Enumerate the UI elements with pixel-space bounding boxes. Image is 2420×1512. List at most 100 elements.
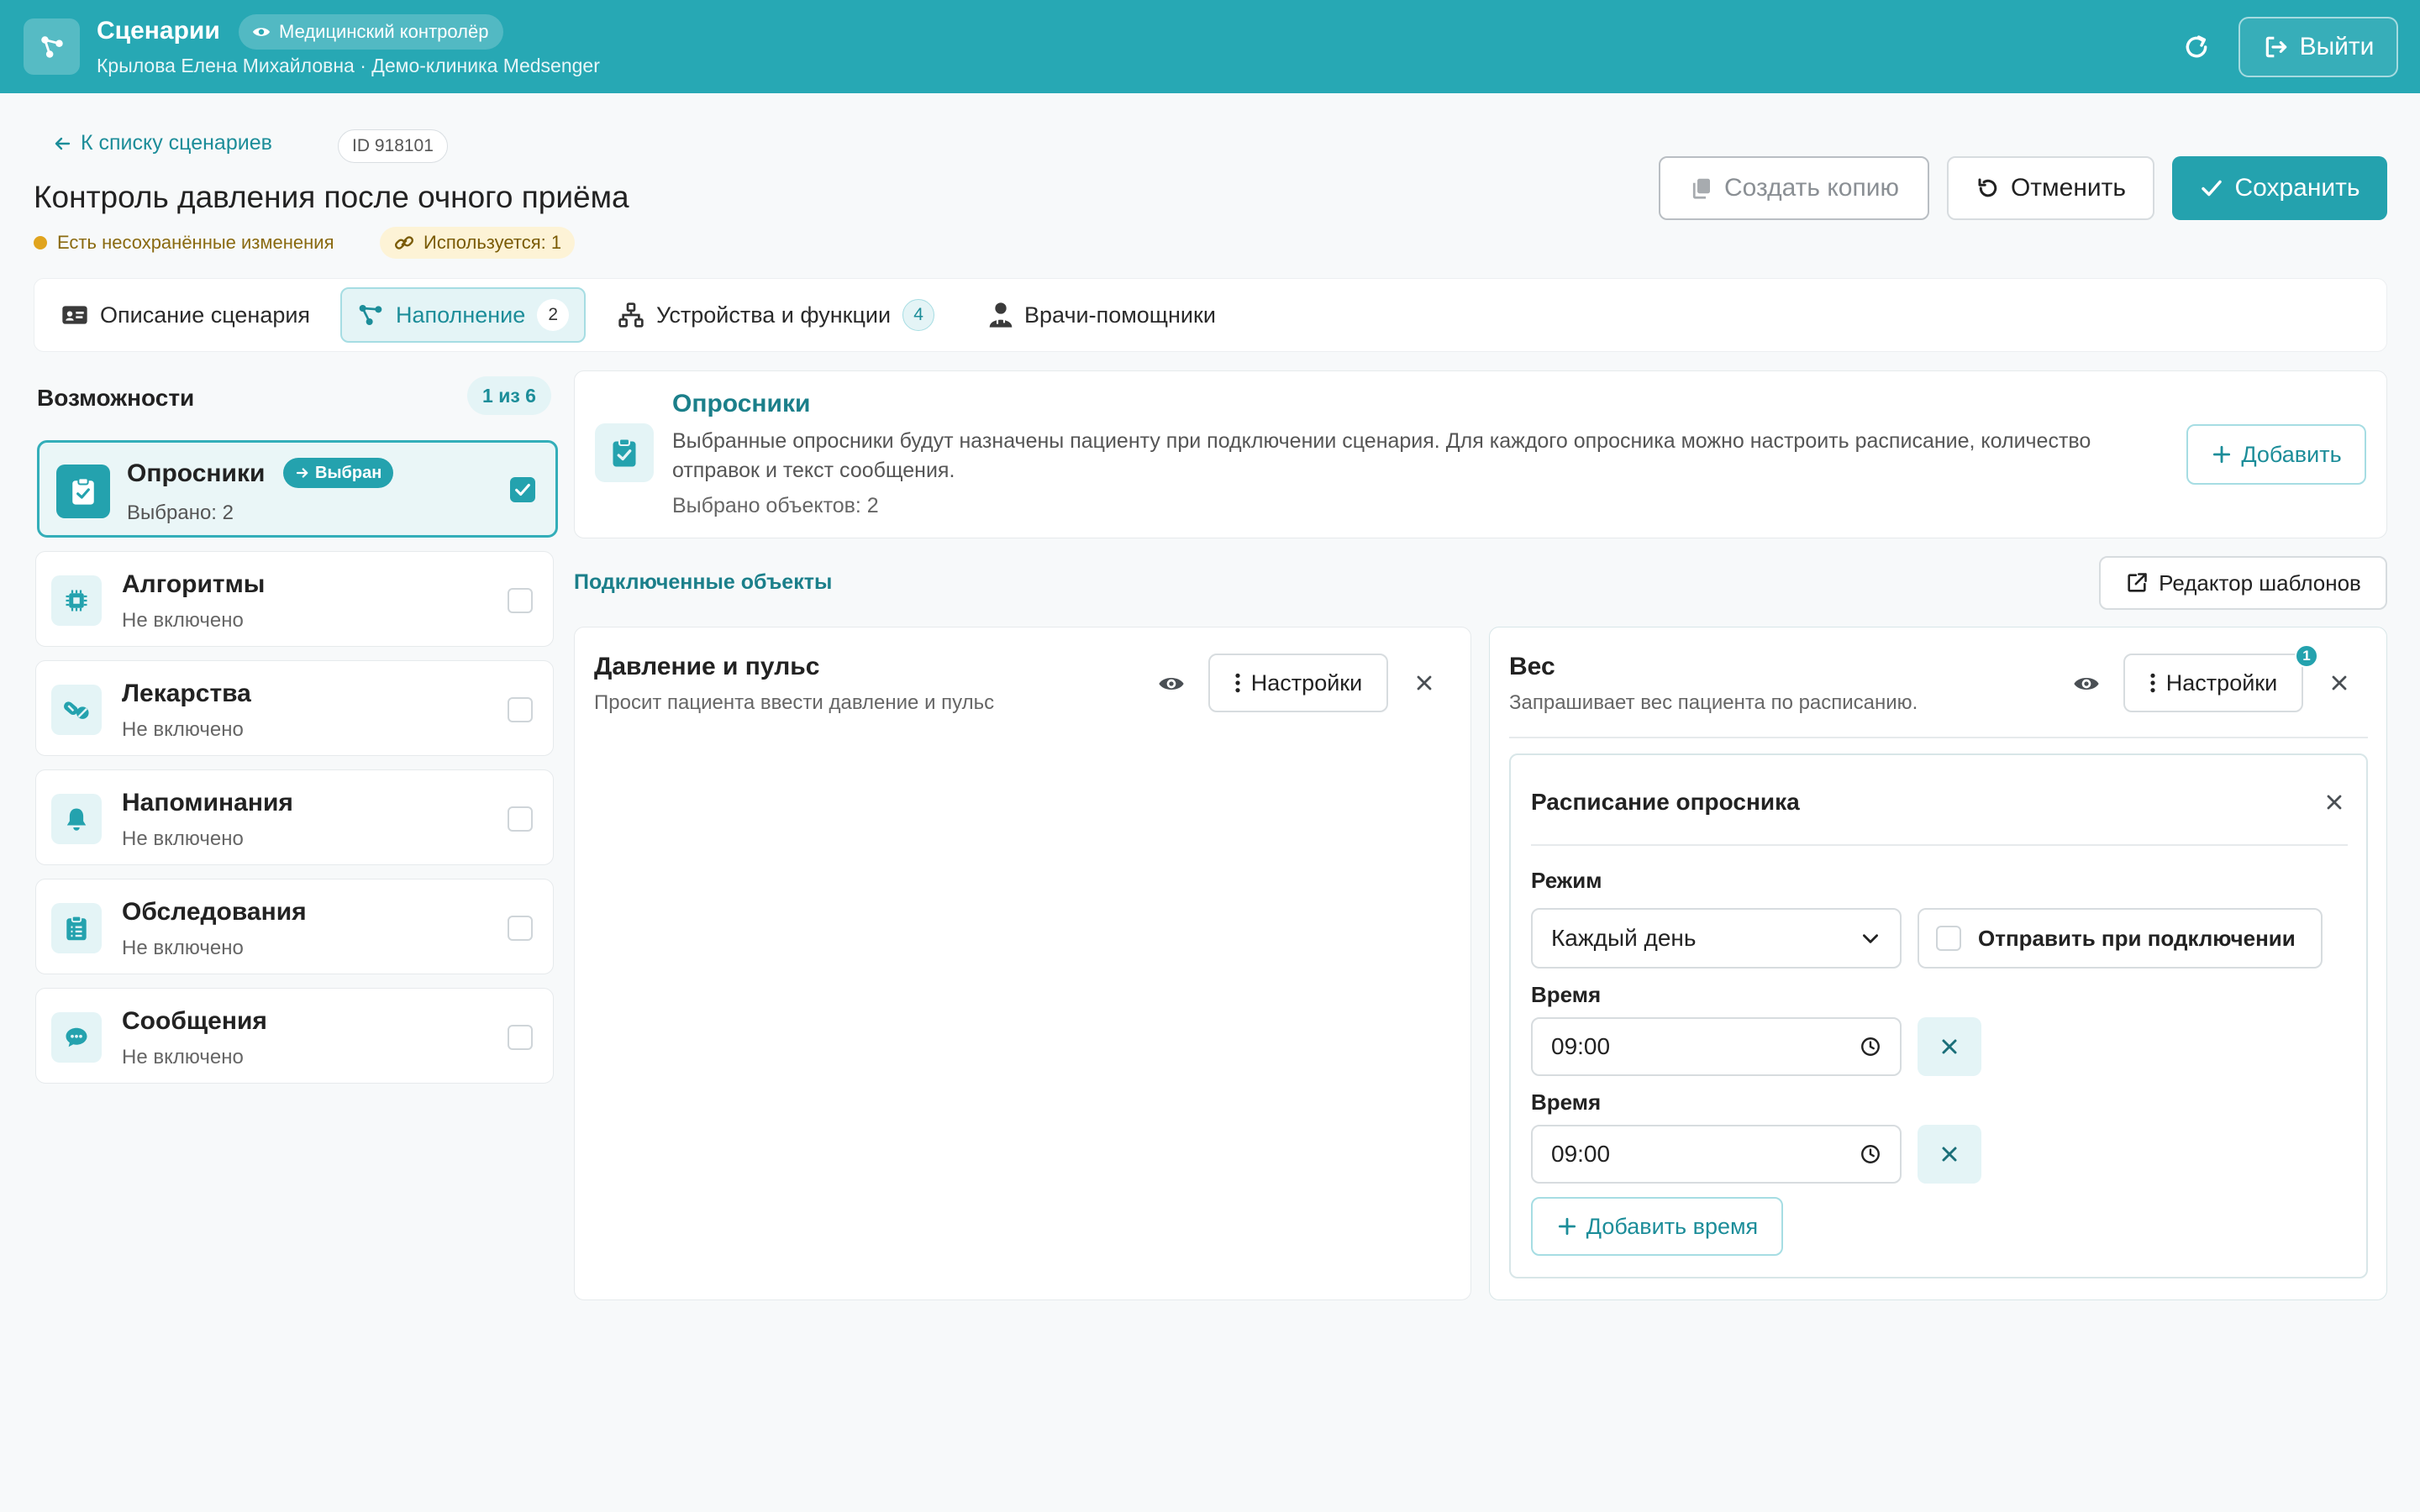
info-description: Выбранные опросники будут назначены паци…: [672, 429, 2091, 482]
logout-icon: [2265, 36, 2286, 58]
mode-select[interactable]: Каждый день: [1531, 908, 1902, 969]
capabilities-count: 1 из 6: [467, 376, 551, 415]
copy-icon: [1692, 178, 1710, 199]
create-copy-button[interactable]: Создать копию: [1659, 156, 1929, 220]
kebab-icon: [2150, 673, 2155, 693]
divider: [1509, 737, 2368, 738]
remove-object-button[interactable]: [2324, 668, 2354, 698]
tab-description-label: Описание сценария: [100, 302, 311, 328]
cancel-button[interactable]: Отменить: [1947, 156, 2154, 220]
time-input[interactable]: 09:00: [1531, 1017, 1902, 1076]
object-settings-button[interactable]: Настройки: [1208, 654, 1388, 712]
save-button[interactable]: Сохранить: [2172, 156, 2387, 220]
app-logo-icon[interactable]: [24, 18, 80, 75]
preview-button[interactable]: [1157, 669, 1186, 698]
external-link-icon: [2128, 573, 2147, 592]
capability-status: Не включено: [122, 827, 244, 850]
link-icon: [394, 236, 414, 249]
back-to-list-link[interactable]: К списку сценариев: [52, 131, 272, 155]
capability-checkbox[interactable]: [508, 697, 533, 722]
unsaved-label: Есть несохранённые изменения: [57, 232, 334, 253]
capability-checkbox[interactable]: [508, 916, 533, 941]
tab-assistant-doctors-label: Врачи-помощники: [1024, 302, 1216, 328]
selected-pill: Выбран: [283, 458, 394, 488]
eye-icon: [252, 23, 271, 41]
object-settings-label: Настройки: [1250, 669, 1363, 696]
clipboard-list-icon: [51, 903, 102, 953]
tab-description[interactable]: Описание сценария: [46, 287, 325, 343]
warning-dot-icon: [34, 236, 47, 249]
clock-icon: [1861, 1037, 1880, 1056]
nodes-icon: [359, 305, 382, 325]
time-input[interactable]: 09:00: [1531, 1125, 1902, 1184]
add-time-label: Добавить время: [1586, 1213, 1759, 1239]
capability-name: Напоминания: [122, 789, 293, 816]
object-settings-button[interactable]: Настройки: [2123, 654, 2303, 712]
mode-select-value: Каждый день: [1551, 925, 1697, 951]
time-value: 09:00: [1551, 1033, 1611, 1059]
undo-icon: [1978, 178, 1997, 197]
plus-icon: [1558, 1217, 1576, 1236]
remove-time-button[interactable]: [1918, 1017, 1981, 1076]
info-title: Опросники: [672, 390, 811, 417]
arrow-left-icon: [55, 137, 71, 150]
capability-status: Не включено: [122, 1046, 244, 1068]
capability-checkbox[interactable]: [508, 588, 533, 613]
capability-status: Не включено: [122, 937, 244, 959]
usage-chip: Используется: 1: [380, 227, 576, 259]
connected-object-card: Вес Запрашивает вес пациента по расписан…: [1489, 627, 2387, 1300]
add-time-button[interactable]: Добавить время: [1531, 1197, 1783, 1256]
remove-time-button[interactable]: [1918, 1125, 1981, 1184]
clipboard-check-icon: [56, 465, 110, 518]
info-selected-count: Выбрано объектов: 2: [672, 494, 879, 517]
tab-devices-count: 4: [902, 299, 935, 331]
unsaved-indicator: Есть несохранённые изменения: [34, 232, 334, 254]
tab-devices[interactable]: Устройства и функции 4: [602, 287, 950, 343]
user-info: Крылова Елена Михайловна · Демо-клиника …: [97, 55, 600, 76]
close-icon: [1942, 1147, 1957, 1162]
usage-label: Используется: 1: [424, 232, 562, 253]
capability-card-reminders[interactable]: Напоминания Не включено: [35, 769, 554, 865]
preview-button[interactable]: [2072, 669, 2101, 698]
capability-name: Опросники: [127, 459, 266, 487]
object-description: Просит пациента ввести давление и пульс: [594, 691, 995, 714]
checkbox-square[interactable]: [1936, 926, 1961, 951]
clock-icon: [1861, 1145, 1880, 1163]
time-label: Время: [1531, 1089, 1602, 1115]
time-value: 09:00: [1551, 1141, 1611, 1167]
app-title: Сценарии: [97, 17, 220, 45]
capability-card-messages[interactable]: Сообщения Не включено: [35, 988, 554, 1084]
capability-card-algorithms[interactable]: Алгоритмы Не включено: [35, 551, 554, 647]
capability-checkbox[interactable]: [508, 806, 533, 832]
capability-checkbox[interactable]: [508, 1025, 533, 1050]
close-icon: [2327, 795, 2342, 810]
tab-content[interactable]: Наполнение 2: [340, 287, 587, 343]
close-icon: [1942, 1039, 1957, 1054]
close-icon: [2332, 675, 2347, 690]
chat-icon: [51, 1012, 102, 1063]
time-label: Время: [1531, 982, 1602, 1007]
capabilities-title: Возможности: [37, 385, 195, 411]
send-on-connect-checkbox[interactable]: Отправить при подключении: [1918, 908, 2323, 969]
capability-card-examinations[interactable]: Обследования Не включено: [35, 879, 554, 974]
mode-label: Режим: [1531, 868, 1602, 893]
logout-button[interactable]: Выйти: [2238, 17, 2398, 77]
remove-object-button[interactable]: [1409, 668, 1439, 698]
capability-status: Выбрано: 2: [127, 501, 234, 524]
template-editor-button[interactable]: Редактор шаблонов: [2099, 556, 2387, 610]
tab-content-count: 2: [537, 299, 570, 331]
clipboard-check-icon: [595, 423, 654, 482]
schedule-panel: Расписание опросника Режим Каждый день О…: [1509, 753, 2368, 1278]
tab-assistant-doctors[interactable]: Врачи-помощники: [974, 287, 1231, 343]
object-name: Вес: [1509, 653, 1555, 680]
capability-card-medications[interactable]: Лекарства Не включено: [35, 660, 554, 756]
send-on-connect-label: Отправить при подключении: [1978, 925, 2296, 951]
capability-status: Не включено: [122, 609, 244, 632]
capability-checkbox[interactable]: [510, 477, 535, 502]
check-icon: [515, 483, 530, 496]
settings-badge: 1: [2295, 644, 2318, 668]
capability-card-surveys[interactable]: Опросники Выбран Выбрано: 2: [37, 440, 558, 538]
refresh-button[interactable]: [2178, 29, 2215, 66]
add-object-button[interactable]: Добавить: [2186, 424, 2366, 485]
close-schedule-button[interactable]: [2319, 787, 2349, 817]
